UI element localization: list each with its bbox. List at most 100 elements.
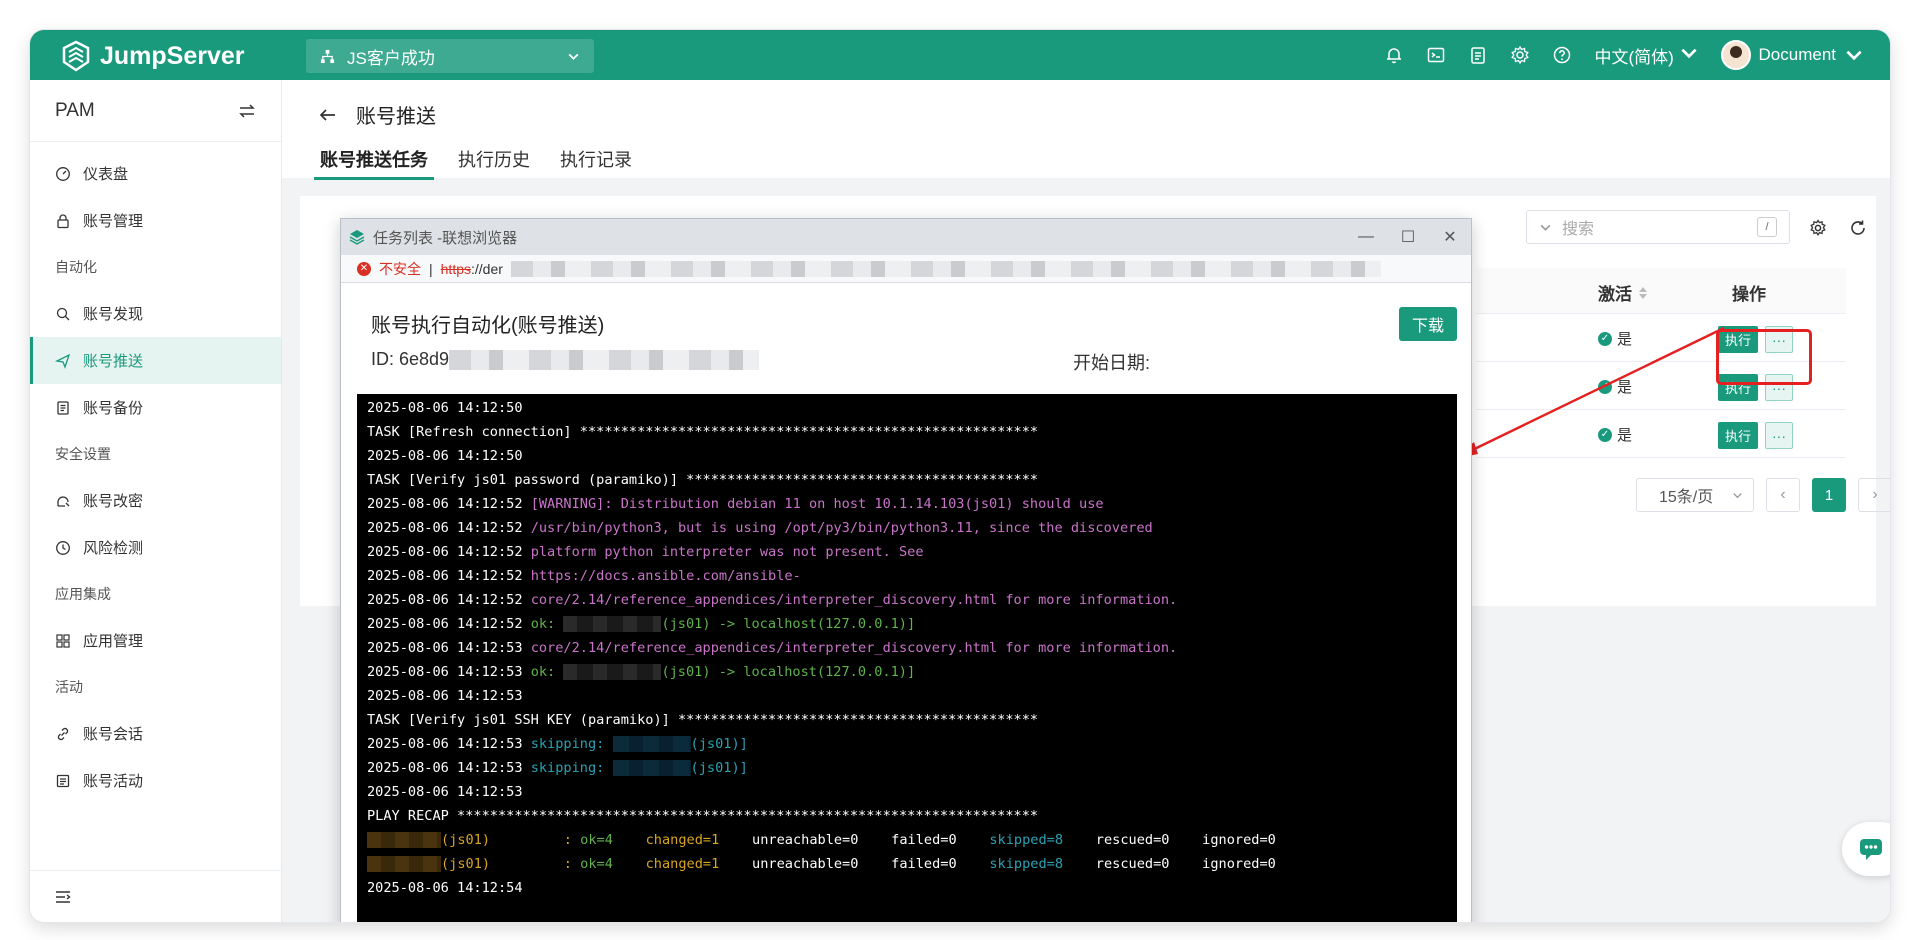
log-line: 2025-08-06 14:12:52 platform python inte… xyxy=(367,540,1447,564)
log-message: (js01)] xyxy=(690,760,748,776)
sidebar-group-title: 活动 xyxy=(55,679,83,695)
security-label: 不安全 xyxy=(379,260,421,277)
recap-line: (js01) : ok=4 changed=1 unreachable=0 fa… xyxy=(367,828,1447,852)
chevron-down-icon xyxy=(568,53,579,60)
log-line: 2025-08-06 14:12:53 xyxy=(367,684,1447,708)
redacted-host xyxy=(612,760,691,776)
log-message: https://docs.ansible.com/ansible- xyxy=(530,568,801,584)
redacted-host xyxy=(563,664,662,680)
url-host: ://der xyxy=(471,260,503,277)
sidebar-item-password-change[interactable]: 账号改密 xyxy=(30,477,281,524)
more-actions-button[interactable]: ··· xyxy=(1765,422,1793,449)
prev-page-button[interactable]: ‹ xyxy=(1766,478,1800,512)
key-icon xyxy=(57,495,70,507)
brand-name: JumpServer xyxy=(100,41,245,70)
terminal-icon[interactable] xyxy=(1426,45,1446,65)
sidebar-item-account-backup[interactable]: 账号备份 xyxy=(30,384,281,431)
log-line: 2025-08-06 14:12:52 ok: (js01) -> localh… xyxy=(367,612,1447,636)
log-line: TASK [Verify js01 SSH KEY (paramiko)] **… xyxy=(367,708,1447,732)
recap-line: (js01) : ok=4 changed=1 unreachable=0 fa… xyxy=(367,852,1447,876)
address-bar[interactable]: ✕ 不安全 | https://der xyxy=(341,255,1471,283)
log-timestamp: 2025-08-06 14:12:53 xyxy=(367,688,523,704)
sidebar-item-app-management[interactable]: 应用管理 xyxy=(30,617,281,664)
page-title: 账号推送 xyxy=(356,106,436,128)
top-bar: JumpServer JS客户成功 中文(简体) Document xyxy=(30,30,1890,80)
check-circle-icon: ✓ xyxy=(1598,379,1612,394)
clipboard-icon[interactable] xyxy=(1468,45,1488,65)
sidebar-item-label: 账号活动 xyxy=(83,773,144,790)
task-list-browser-window: 任务列表 -联想浏览器 — ☐ ✕ ✕ 不安全 | https://der 账号… xyxy=(340,218,1472,922)
org-tree-icon xyxy=(320,49,335,63)
recap-changed: changed=1 xyxy=(645,856,753,872)
sidebar-group-title: 安全设置 xyxy=(55,446,111,462)
next-page-button[interactable]: › xyxy=(1858,478,1890,512)
bell-icon[interactable] xyxy=(1384,45,1404,65)
settings-icon[interactable] xyxy=(1808,218,1828,238)
log-line: 2025-08-06 14:12:50 xyxy=(367,444,1447,468)
log-timestamp: 2025-08-06 14:12:52 xyxy=(367,592,531,608)
log-timestamp: 2025-08-06 14:12:53 xyxy=(367,664,531,680)
sidebar-title: PAM xyxy=(55,99,95,121)
download-button[interactable]: 下载 xyxy=(1399,307,1457,341)
window-controls: — ☐ ✕ xyxy=(1345,219,1471,255)
sidebar-item-account-discovery[interactable]: 账号发现 xyxy=(30,290,281,337)
task-id: ID: 6e8d9 xyxy=(371,349,760,370)
refresh-icon[interactable] xyxy=(1848,218,1868,238)
sidebar-item-label: 账号会话 xyxy=(83,726,144,743)
risk-icon xyxy=(56,540,70,555)
help-icon[interactable] xyxy=(1552,45,1572,65)
page-size-select[interactable]: 15条/页 xyxy=(1636,478,1754,512)
sidebar-item-dashboard[interactable]: 仪表盘 xyxy=(30,150,281,197)
log-message: core/2.14/reference_appendices/interpret… xyxy=(530,592,1178,608)
gear-icon[interactable] xyxy=(1510,45,1530,65)
log-timestamp: 2025-08-06 14:12:52 xyxy=(367,520,531,536)
close-button[interactable]: ✕ xyxy=(1429,219,1471,255)
brand-logo[interactable]: JumpServer xyxy=(60,40,245,72)
org-selector[interactable]: JS客户成功 xyxy=(306,39,594,73)
active-value: 是 xyxy=(1617,427,1633,444)
log-line: 2025-08-06 14:12:53 ok: (js01) -> localh… xyxy=(367,660,1447,684)
recap-skipped: skipped=8 xyxy=(989,832,1096,848)
divider: | xyxy=(429,260,433,277)
log-line: PLAY RECAP *****************************… xyxy=(367,804,1447,828)
sidebar-item-account-activity[interactable]: 账号活动 xyxy=(30,757,281,804)
tab-execution-records[interactable]: 执行记录 xyxy=(560,146,662,178)
jumpserver-logo-icon xyxy=(62,40,90,72)
sidebar-group-title: 自动化 xyxy=(55,259,97,275)
log-message: skipping: xyxy=(530,736,613,752)
recap-ok: ok=4 xyxy=(580,832,646,848)
back-arrow-icon[interactable] xyxy=(318,105,338,125)
log-timestamp: 2025-08-06 14:12:53 xyxy=(367,736,531,752)
sidebar-collapse[interactable] xyxy=(30,870,282,922)
active-value: 是 xyxy=(1617,331,1633,348)
log-message: (js01)] xyxy=(690,736,748,752)
backup-icon xyxy=(57,400,69,415)
log-timestamp: 2025-08-06 14:12:52 xyxy=(367,544,531,560)
execute-button[interactable]: 执行 xyxy=(1718,422,1758,449)
sidebar-item-account-management[interactable]: 账号管理 xyxy=(30,197,281,244)
current-page[interactable]: 1 xyxy=(1812,478,1846,512)
search-input[interactable]: 搜索 / xyxy=(1526,210,1790,244)
switch-arrows-icon[interactable] xyxy=(237,101,257,121)
log-timestamp: TASK [Verify js01 SSH KEY (paramiko)] **… xyxy=(367,712,1039,728)
log-line: 2025-08-06 14:12:52 https://docs.ansible… xyxy=(367,564,1447,588)
log-timestamp: 2025-08-06 14:12:50 xyxy=(367,448,523,464)
chat-assistant-button[interactable] xyxy=(1842,822,1890,876)
tab-execution-history[interactable]: 执行历史 xyxy=(458,146,560,178)
column-header-actions: 操作 xyxy=(1732,285,1766,304)
user-menu[interactable]: Document xyxy=(1720,40,1864,70)
log-timestamp: 2025-08-06 14:12:52 xyxy=(367,568,531,584)
browser-logo-icon xyxy=(349,230,365,245)
task-id-label: ID: 6e8d9 xyxy=(371,349,450,369)
tab-push-tasks[interactable]: 账号推送任务 xyxy=(314,146,458,180)
sidebar-item-risk-detection[interactable]: 风险检测 xyxy=(30,524,281,571)
maximize-button[interactable]: ☐ xyxy=(1387,219,1429,255)
minimize-button[interactable]: — xyxy=(1345,219,1387,255)
language-selector[interactable]: 中文(简体) xyxy=(1594,43,1698,68)
sidebar-item-account-sessions[interactable]: 账号会话 xyxy=(30,710,281,757)
column-header-active[interactable]: 激活 xyxy=(1598,280,1648,305)
sidebar-item-account-push[interactable]: 账号推送 xyxy=(30,337,281,384)
recap-rescued-ignored: rescued=0 ignored=0 xyxy=(1095,856,1276,872)
search-shortcut: / xyxy=(1757,217,1777,237)
log-message: ok: xyxy=(530,616,564,632)
